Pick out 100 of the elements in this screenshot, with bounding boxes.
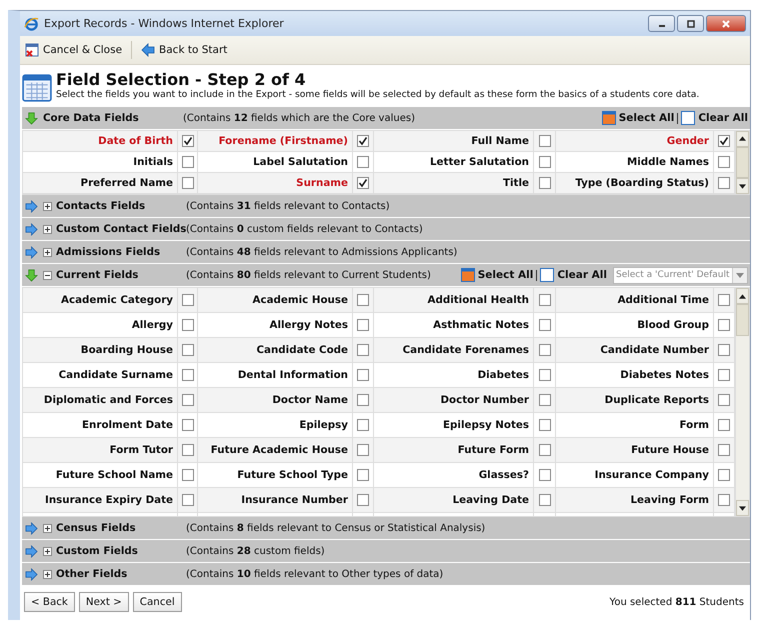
section-header[interactable]: Contacts Fields (Contains 31 fields relevant to Contacts) — [22, 195, 750, 218]
field-checkbox[interactable] — [357, 469, 369, 481]
section-header[interactable]: Custom Fields (Contains 28 custom fields) — [22, 540, 750, 563]
field-checkbox[interactable] — [538, 469, 550, 481]
field-checkbox[interactable] — [718, 177, 730, 189]
field-checkbox[interactable] — [182, 419, 194, 431]
expand-icon[interactable] — [43, 248, 52, 256]
field-checkbox[interactable] — [718, 394, 730, 406]
default-dropdown[interactable]: Select a 'Current' Default — [613, 266, 748, 284]
field-checkbox[interactable] — [718, 444, 730, 456]
collapse-icon[interactable] — [43, 270, 52, 280]
close-icon — [721, 18, 731, 28]
scroll-up-icon — [739, 294, 746, 298]
field-checkbox[interactable] — [182, 469, 194, 481]
selection-status: You selected 811 Students — [610, 596, 745, 608]
field-checkbox[interactable] — [718, 135, 730, 147]
field-checkbox[interactable] — [718, 469, 730, 481]
field-checkbox[interactable] — [357, 444, 369, 456]
footer-button[interactable]: Cancel — [132, 592, 182, 612]
footer-button[interactable]: Next > — [78, 592, 129, 612]
section-description: (Contains 12 fields which are the Core values) — [183, 112, 415, 124]
field-checkbox[interactable] — [357, 156, 369, 168]
scroll-up-icon — [739, 136, 746, 142]
minimize-icon — [658, 25, 664, 27]
back-to-start-button[interactable]: Back to Start — [138, 41, 230, 59]
scrollbar-thumb[interactable] — [736, 304, 749, 336]
field-checkbox[interactable] — [182, 135, 194, 147]
field-checkbox[interactable] — [718, 369, 730, 381]
field-checkbox[interactable] — [357, 294, 369, 306]
field-label: Surname — [198, 173, 353, 194]
field-checkbox[interactable] — [538, 369, 550, 381]
field-checkbox[interactable] — [718, 419, 730, 431]
field-checkbox[interactable] — [182, 319, 194, 331]
field-checkbox[interactable] — [357, 419, 369, 431]
right-arrow-icon — [25, 544, 38, 558]
expand-icon[interactable] — [43, 546, 52, 556]
left-arrow-icon — [141, 43, 156, 57]
down-arrow-icon — [25, 112, 38, 124]
clear-all-icon — [681, 111, 696, 125]
field-checkbox[interactable] — [718, 344, 730, 356]
scrollbar[interactable] — [735, 131, 749, 194]
field-checkbox[interactable] — [538, 294, 550, 306]
field-checkbox[interactable] — [538, 394, 550, 406]
field-checkbox[interactable] — [538, 156, 550, 168]
scrollbar-thumb[interactable] — [736, 146, 749, 178]
field-checkbox[interactable] — [182, 369, 194, 381]
select-all-link[interactable]: Select All — [618, 112, 674, 124]
field-checkbox[interactable] — [182, 294, 194, 306]
expand-icon[interactable] — [43, 224, 52, 234]
field-checkbox[interactable] — [182, 344, 194, 356]
field-checkbox[interactable] — [182, 444, 194, 456]
field-checkbox[interactable] — [182, 494, 194, 506]
expand-icon[interactable] — [43, 202, 52, 210]
field-checkbox[interactable] — [718, 156, 730, 168]
field-checkbox[interactable] — [357, 319, 369, 331]
section-description: (Contains 10 fields relevant to Other types of data) — [186, 568, 444, 580]
footer-button[interactable]: < Back — [24, 592, 75, 612]
maximize-button[interactable] — [677, 15, 704, 32]
field-checkbox[interactable] — [718, 319, 730, 331]
field-checkbox[interactable] — [538, 135, 550, 147]
field-checkbox[interactable] — [357, 494, 369, 506]
field-checkbox[interactable] — [538, 494, 550, 506]
field-label: Type (Boarding Status) — [556, 173, 714, 194]
field-checkbox[interactable] — [538, 444, 550, 456]
field-checkbox[interactable] — [538, 177, 550, 189]
table-icon — [22, 73, 52, 103]
minimize-button[interactable] — [648, 15, 675, 32]
expand-icon[interactable] — [43, 570, 52, 578]
field-checkbox[interactable] — [538, 319, 550, 331]
field-checkbox[interactable] — [357, 369, 369, 381]
field-checkbox[interactable] — [182, 177, 194, 189]
scrollbar[interactable] — [735, 288, 749, 516]
section-header[interactable]: Census Fields (Contains 8 fields relevant to Census or Statistical Analysis) — [22, 517, 750, 540]
expand-icon[interactable] — [43, 524, 52, 532]
clear-all-link[interactable]: Clear All — [557, 269, 607, 281]
field-checkbox[interactable] — [357, 135, 369, 147]
cancel-close-button[interactable]: Cancel & Close — [22, 41, 126, 59]
field-checkbox[interactable] — [357, 394, 369, 406]
close-button[interactable] — [706, 15, 746, 32]
window-title: Export Records - Windows Internet Explorer — [44, 17, 284, 30]
field-label: Preferred Name — [23, 173, 178, 194]
field-checkbox[interactable] — [357, 344, 369, 356]
section-header[interactable]: Admissions Fields (Contains 48 fields relevant to Admissions Applicants) — [22, 241, 750, 264]
section-description: (Contains 0 custom fields relevant to Contacts) — [186, 224, 423, 234]
section-description: (Contains 8 fields relevant to Census or Statistical Analysis) — [186, 522, 486, 534]
section-header[interactable]: Core Data Fields (Contains 12 fields which are the Core values) Select All Clear All — [22, 107, 750, 130]
clear-all-link[interactable]: Clear All — [698, 112, 748, 124]
field-checkbox[interactable] — [182, 394, 194, 406]
section-header[interactable]: Current Fields (Contains 80 fields relevant to Current Students) Select All Clear All Select a 'Current' Default — [22, 264, 750, 287]
section-description: (Contains 80 fields relevant to Current Students) — [186, 270, 431, 280]
field-checkbox[interactable] — [718, 494, 730, 506]
field-checkbox[interactable] — [538, 419, 550, 431]
field-checkbox[interactable] — [718, 294, 730, 306]
section-header[interactable]: Other Fields (Contains 10 fields relevant to Other types of data) — [22, 563, 750, 586]
field-checkbox[interactable] — [182, 156, 194, 168]
field-checkbox[interactable] — [538, 344, 550, 356]
section-header[interactable]: Custom Contact Fields(Contains 0 custom fields relevant to Contacts) — [22, 218, 750, 241]
select-all-link[interactable]: Select All — [478, 269, 534, 281]
section-description: (Contains 28 custom fields) — [186, 546, 325, 556]
field-checkbox[interactable] — [357, 177, 369, 189]
